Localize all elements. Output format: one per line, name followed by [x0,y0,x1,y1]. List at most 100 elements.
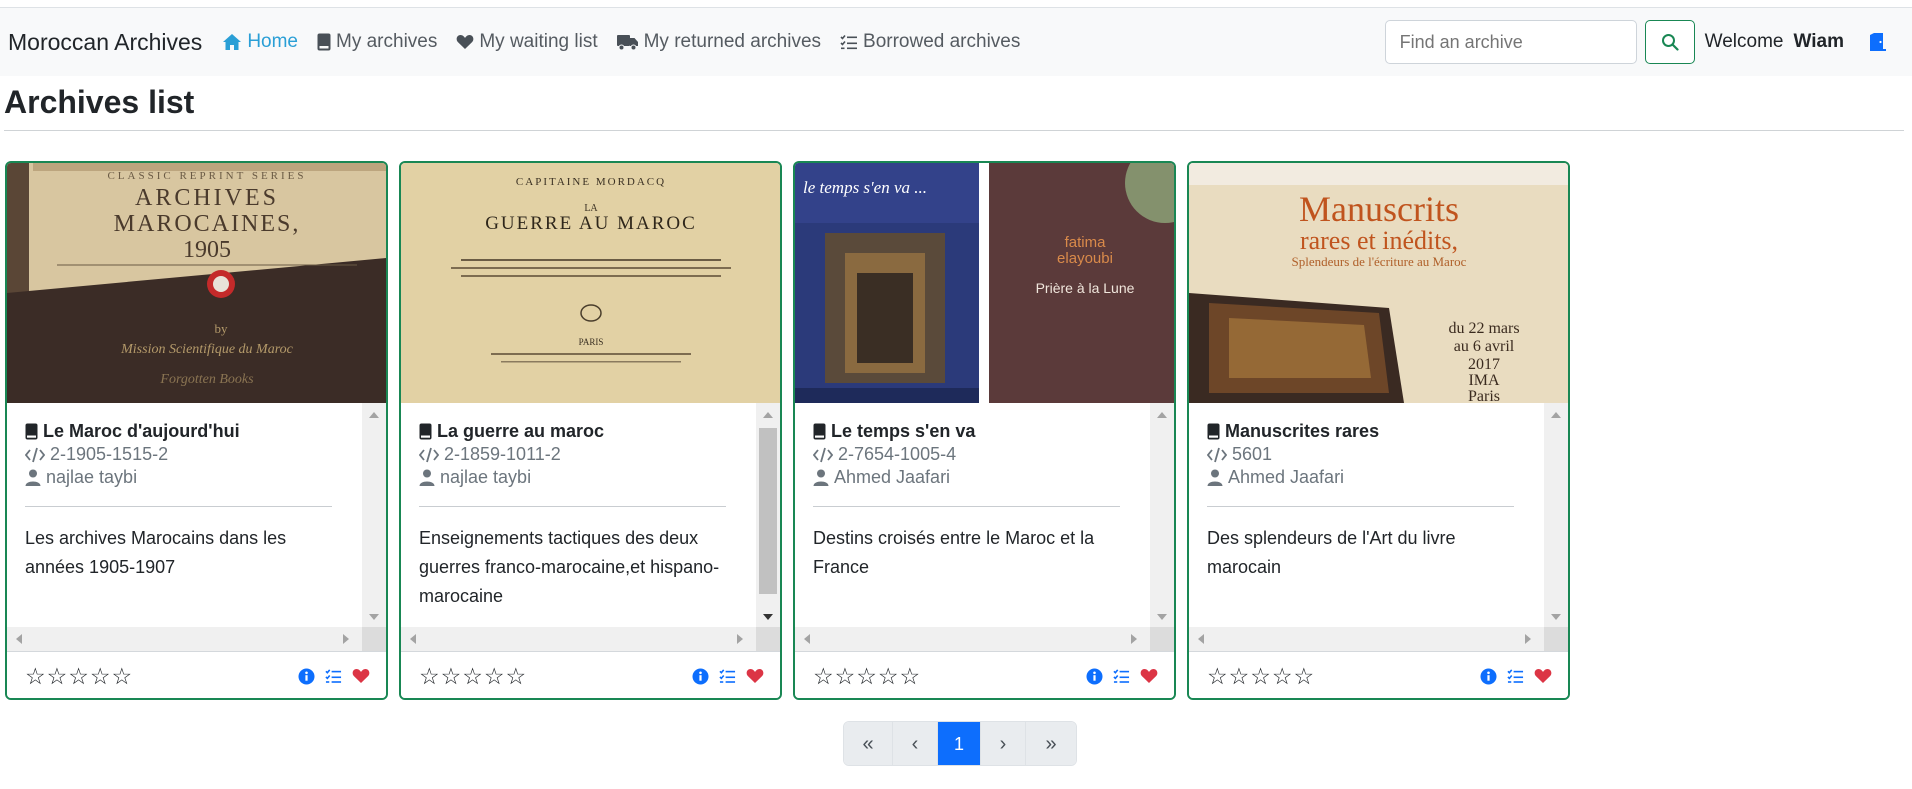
nav-my-archives-label: My archives [336,31,438,52]
page-first-button[interactable]: « [844,722,893,765]
horizontal-scrollbar[interactable] [1189,627,1568,651]
page-prev-button[interactable]: ‹ [893,722,938,765]
star-icon[interactable]: ☆ [506,664,527,688]
scroll-left-arrow[interactable] [804,634,810,644]
borrow-button[interactable] [1113,668,1130,684]
cover-text: le temps s'en va ... [803,178,927,197]
star-icon[interactable]: ☆ [813,664,834,688]
info-button[interactable] [298,668,315,685]
star-icon[interactable]: ☆ [1272,664,1293,688]
star-icon[interactable]: ☆ [878,664,899,688]
logout-button[interactable] [1868,32,1888,52]
star-icon[interactable]: ☆ [835,664,856,688]
wishlist-button[interactable] [746,668,764,684]
star-icon[interactable]: ☆ [25,664,46,688]
scroll-down-arrow[interactable] [1551,614,1561,620]
info-icon [1086,668,1103,684]
card-footer: ☆ ☆ ☆ ☆ ☆ [401,651,780,698]
card-divider [419,506,726,507]
cover-text: by [215,321,229,336]
archive-cover-image[interactable]: le temps s'en va ... fatima elayoubi Pri… [795,163,1174,403]
scroll-up-arrow[interactable] [369,412,379,418]
scroll-left-arrow[interactable] [410,634,416,644]
star-icon[interactable]: ☆ [90,664,111,688]
card-body[interactable]: La guerre au maroc 2-1859-1011-2 najlae … [401,403,780,651]
scroll-left-arrow[interactable] [16,634,22,644]
scroll-up-arrow[interactable] [763,412,773,418]
archive-card: Manuscrits rares et inédits, Splendeurs … [1187,161,1570,700]
vertical-scrollbar[interactable] [1544,403,1568,627]
wishlist-button[interactable] [352,668,370,684]
star-icon[interactable]: ☆ [112,664,133,688]
page-current-button[interactable]: 1 [938,722,981,765]
brand-title[interactable]: Moroccan Archives [8,29,202,56]
page-next-button[interactable]: › [981,722,1026,765]
horizontal-scrollbar[interactable] [7,627,386,651]
star-icon[interactable]: ☆ [441,664,462,688]
nav-returned-archives[interactable]: My returned archives [616,31,821,53]
archive-cover-image[interactable]: CLASSIC REPRINT SERIES ARCHIVES MAROCAIN… [7,163,386,403]
page-last-button[interactable]: » [1026,722,1076,765]
star-icon[interactable]: ☆ [856,664,877,688]
horizontal-scrollbar[interactable] [795,627,1174,651]
scroll-right-arrow[interactable] [1525,634,1531,644]
info-button[interactable] [1086,668,1103,685]
borrow-button[interactable] [1507,668,1524,684]
horizontal-scrollbar[interactable] [401,627,780,651]
borrow-button[interactable] [325,668,342,684]
card-body[interactable]: Le Maroc d'aujourd'hui 2-1905-1515-2 naj… [7,403,386,651]
info-icon [298,668,315,684]
star-rating[interactable]: ☆ ☆ ☆ ☆ ☆ [25,664,133,688]
scroll-up-arrow[interactable] [1551,412,1561,418]
wishlist-button[interactable] [1140,668,1158,684]
star-icon[interactable]: ☆ [462,664,483,688]
vertical-scrollbar[interactable] [1150,403,1174,627]
nav-waiting-list[interactable]: My waiting list [456,31,598,53]
nav-my-archives[interactable]: My archives [317,31,437,53]
star-icon[interactable]: ☆ [47,664,68,688]
search-icon [1661,34,1679,51]
star-rating[interactable]: ☆ ☆ ☆ ☆ ☆ [813,664,921,688]
vertical-scrollbar[interactable] [362,403,386,627]
scroll-down-arrow[interactable] [763,614,773,620]
scroll-up-arrow[interactable] [1157,412,1167,418]
nav-borrowed-archives[interactable]: Borrowed archives [840,31,1020,53]
cover-text: elayoubi [1057,250,1113,267]
info-icon [692,668,709,684]
card-body[interactable]: Le temps s'en va 2-7654-1005-4 Ahmed Jaa… [795,403,1174,651]
scroll-right-arrow[interactable] [1131,634,1137,644]
star-icon[interactable]: ☆ [1294,664,1315,688]
scroll-left-arrow[interactable] [1198,634,1204,644]
star-icon[interactable]: ☆ [1207,664,1228,688]
scroll-right-arrow[interactable] [737,634,743,644]
page-title: Archives list [4,84,195,120]
star-rating[interactable]: ☆ ☆ ☆ ☆ ☆ [1207,664,1315,688]
scroll-thumb[interactable] [759,428,777,594]
borrow-button[interactable] [719,668,736,684]
info-button[interactable] [692,668,709,685]
star-icon[interactable]: ☆ [1229,664,1250,688]
scroll-down-arrow[interactable] [369,614,379,620]
archive-description: Des splendeurs de l'Art du livre marocai… [1207,528,1456,577]
archive-title: Manuscrites rares [1225,421,1380,441]
card-actions [288,668,370,685]
scroll-right-arrow[interactable] [343,634,349,644]
scroll-down-arrow[interactable] [1157,614,1167,620]
vertical-scrollbar[interactable] [756,403,780,627]
star-icon[interactable]: ☆ [68,664,89,688]
archive-cover-image[interactable]: Manuscrits rares et inédits, Splendeurs … [1189,163,1568,403]
card-footer: ☆ ☆ ☆ ☆ ☆ [1189,651,1568,698]
nav-home[interactable]: Home [222,31,298,53]
star-icon[interactable]: ☆ [1250,664,1271,688]
star-icon[interactable]: ☆ [900,664,921,688]
wishlist-button[interactable] [1534,668,1552,684]
search-input[interactable] [1384,20,1637,64]
search-button[interactable] [1644,20,1695,64]
star-icon[interactable]: ☆ [419,664,440,688]
star-rating[interactable]: ☆ ☆ ☆ ☆ ☆ [419,664,527,688]
info-button[interactable] [1480,668,1497,685]
card-body[interactable]: Manuscrites rares 5601 Ahmed Jaafari Des… [1189,403,1568,651]
cover-text: rares et inédits, [1300,226,1458,255]
archive-cover-image[interactable]: CAPITAINE MORDACQ LA GUERRE AU MAROC PAR… [401,163,780,403]
star-icon[interactable]: ☆ [484,664,505,688]
